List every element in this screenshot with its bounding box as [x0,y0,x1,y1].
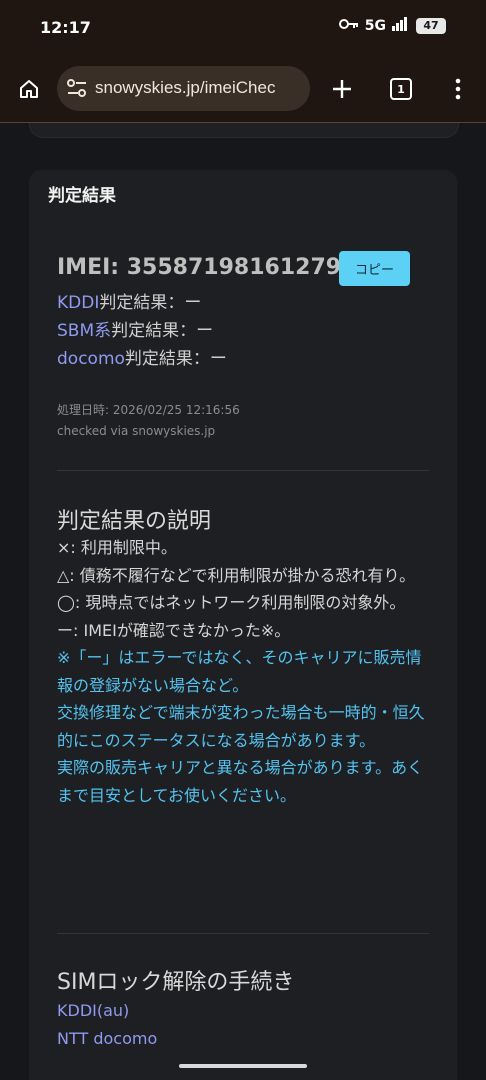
copy-button[interactable]: コピー [339,251,410,286]
note-text: ※「ー」はエラーではなく、そのキャリアに販売情報の登録がない場合など。 [57,648,422,695]
signal-icon [392,17,410,35]
carrier-link-docomo[interactable]: docomo [57,349,125,369]
carrier-result-text: 判定結果：ー [99,293,202,313]
imei-row: IMEI: 355871981612794 コピー [57,251,417,291]
carrier-link-kddi[interactable]: KDDI [57,293,99,313]
sim-unlock-title: SIMロック解除の手続き [57,970,295,995]
processed-timestamp: 処理日時: 2026/02/25 12:16:56 [57,403,240,417]
carrier-result-kddi: KDDI判定結果：ー [57,288,201,313]
legend-item: ◯: 現時点ではネットワーク利用制限の対象外。 [57,593,406,612]
note-text: 実際の販売キャリアと異なる場合があります。あくまで目安としてお使いください。 [57,758,424,805]
legend-item: △: 債務不履行などで利用制限が掛かる恐れ有り。 [57,565,416,585]
status-icons: 5G 47 [338,17,446,35]
carrier-link-sbm[interactable]: SBM系 [57,321,111,341]
url-text: snowyskies.jp/imeiChec [95,78,276,97]
browser-toolbar: snowyskies.jp/imeiChec 1 [0,56,486,123]
network-label: 5G [364,18,386,34]
more-icon[interactable] [444,75,472,103]
divider [57,933,429,934]
tab-count: 1 [390,78,412,100]
new-tab-icon[interactable] [328,75,356,103]
carrier-result-sbm: SBM系判定結果：ー [57,316,213,341]
divider [57,470,429,471]
legend-item: ×: 利用制限中。 [57,538,177,557]
tabs-icon[interactable]: 1 [387,75,415,103]
page-content[interactable]: 判定結果 IMEI: 355871981612794 コピー KDDI判定結果：… [0,123,486,1080]
battery-icon: 47 [416,18,446,34]
checked-via: checked via snowyskies.jp [57,424,216,438]
status-bar: 12:17 5G 47 [0,0,486,56]
explanation-title: 判定結果の説明 [57,509,212,534]
carrier-result-text: 判定結果：ー [111,321,214,341]
sim-unlock-link-docomo[interactable]: NTT docomo [57,1029,157,1048]
previous-card [29,123,459,138]
legend-item: ー: IMEIが確認できなかった※。 [57,620,291,640]
home-icon[interactable] [15,75,43,103]
site-settings-icon[interactable] [66,78,88,102]
sim-unlock-link-kddi[interactable]: KDDI(au) [57,1001,129,1020]
carrier-result-text: 判定結果：ー [124,349,227,369]
home-indicator[interactable] [179,1064,307,1068]
note-text: 交換修理などで端末が変わった場合も一時的・恒久的にこのステータスになる場合があり… [57,703,425,750]
address-bar[interactable]: snowyskies.jp/imeiChec [57,66,310,111]
key-icon [338,18,359,34]
status-time: 12:17 [40,18,91,37]
explanation-list: ×: 利用制限中。 △: 債務不履行などで利用制限が掛かる恐れ有り。 ◯: 現時… [57,534,429,809]
result-header: 判定結果 [48,186,116,206]
imei-value: IMEI: 355871981612794 [57,255,357,280]
result-card: 判定結果 IMEI: 355871981612794 コピー KDDI判定結果：… [29,170,457,1080]
carrier-result-docomo: docomo判定結果：ー [57,344,227,369]
